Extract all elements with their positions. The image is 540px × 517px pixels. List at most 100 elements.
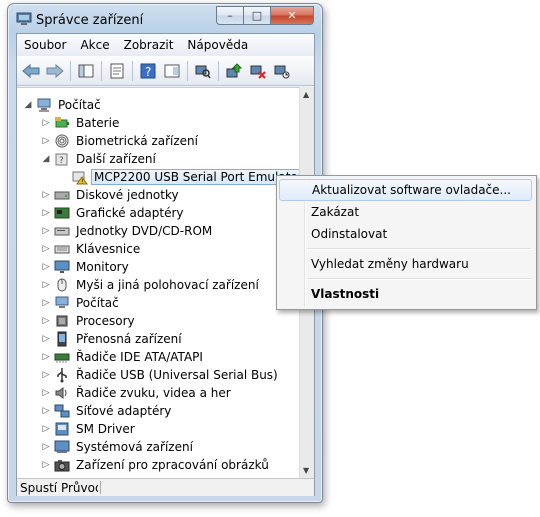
tree-item-label: Řadiče IDE ATA/ATAPI	[76, 350, 203, 364]
update-driver-icon[interactable]	[223, 60, 245, 82]
tree-item-label: Grafické adaptéry	[76, 206, 184, 220]
system-device-icon	[54, 440, 70, 453]
properties-icon[interactable]	[106, 60, 128, 82]
tree-item-label: Procesory	[76, 314, 135, 328]
menu-zobrazit[interactable]: Zobrazit	[117, 38, 181, 52]
help-icon[interactable]: ?	[137, 60, 159, 82]
expand-icon[interactable]: ▷	[41, 388, 51, 398]
context-menu-item[interactable]: Vyhledat změny hardwaru	[279, 253, 532, 275]
tree-item-label: Biometrická zařízení	[76, 134, 198, 148]
battery-icon	[55, 117, 69, 128]
tree-item-label: Zařízení pro zpracování obrázků	[76, 458, 269, 472]
expand-icon[interactable]: ▷	[41, 352, 51, 362]
tree-category-item[interactable]: ▷ Síťové adaptéry	[41, 402, 174, 420]
collapse-icon[interactable]: ◢	[23, 100, 33, 110]
keyboard-icon	[54, 245, 70, 254]
expand-icon[interactable]: ▷	[41, 334, 51, 344]
expand-icon[interactable]: ▷	[41, 208, 51, 218]
expand-icon[interactable]: ▷	[41, 118, 51, 128]
tree-item-label: Diskové jednotky	[76, 188, 179, 202]
tree-category-item[interactable]: ▷ Monitory	[41, 258, 132, 276]
context-menu-item[interactable]: Vlastnosti	[279, 283, 532, 305]
minimize-button[interactable]: –	[216, 6, 243, 25]
expand-icon[interactable]: ▷	[41, 442, 51, 452]
tree-category-item[interactable]: ▷ Baterie	[41, 114, 122, 132]
tree-item-label: SM Driver	[76, 422, 135, 436]
expand-icon[interactable]: ▷	[41, 244, 51, 254]
tree-device-item[interactable]: ! MCP2200 USB Serial Port Emulator	[59, 168, 299, 186]
expand-icon[interactable]: ▷	[41, 280, 51, 290]
forward-icon[interactable]	[44, 60, 66, 82]
usb-icon	[57, 368, 67, 383]
title-bar[interactable]: Správce zařízení – □ ✕	[8, 4, 322, 34]
maximize-button[interactable]: □	[243, 6, 270, 25]
expand-icon[interactable]: ▷	[41, 370, 51, 380]
expand-icon[interactable]: ▷	[41, 136, 51, 146]
tree-category-item[interactable]: ▷ Diskové jednotky	[41, 186, 182, 204]
expand-icon[interactable]: ▷	[41, 316, 51, 326]
tree-item-label: Síťové adaptéry	[76, 404, 172, 418]
tree-category-item[interactable]: ▷ Systémová zařízení	[41, 438, 196, 456]
expand-icon[interactable]: ▷	[41, 298, 51, 308]
tree-item-label: Přenosná zařízení	[76, 332, 182, 346]
uninstall-icon[interactable]	[271, 60, 293, 82]
network-icon	[54, 404, 70, 418]
computer-icon	[55, 296, 69, 308]
expand-icon[interactable]: ▷	[41, 460, 51, 470]
disable-icon[interactable]	[247, 60, 269, 82]
tree-item-label: Systémová zařízení	[76, 440, 193, 454]
context-menu-item[interactable]: Aktualizovat software ovladače...	[279, 179, 532, 201]
expand-icon[interactable]: ▷	[41, 406, 51, 416]
tree-category-item[interactable]: ▷ Řadiče zvuku, videa a her	[41, 384, 234, 402]
tree-category-item[interactable]: ▷ Klávesnice	[41, 240, 143, 258]
expand-icon[interactable]: ▷	[41, 262, 51, 272]
tree-category-item[interactable]: ▷ Řadiče USB (Universal Serial Bus)	[41, 366, 281, 384]
tree-category-item[interactable]: ▷ SM Driver	[41, 420, 138, 438]
expand-icon[interactable]: ▷	[41, 226, 51, 236]
context-menu-item[interactable]: Zakázat	[279, 201, 532, 223]
toolbar: ?	[17, 56, 314, 86]
tree-category-item[interactable]: ▷ Grafické adaptéry	[41, 204, 187, 222]
sound-icon	[55, 387, 67, 399]
context-menu-item-label: Odinstalovat	[311, 227, 388, 241]
console-tree-icon[interactable]	[75, 60, 97, 82]
tree-category-item[interactable]: ▷ Jednotky DVD/CD-ROM	[41, 222, 215, 240]
tree-category-item[interactable]: ▷ Řadiče IDE ATA/ATAPI	[41, 348, 206, 366]
tree-category-item[interactable]: ▷ Přenosná zařízení	[41, 330, 185, 348]
expand-icon[interactable]: ▷	[41, 424, 51, 434]
scroll-up-icon[interactable]: ▲	[303, 90, 309, 99]
tree-item-label: Počítač	[76, 296, 119, 310]
menu-bar: Soubor Akce Zobrazit Nápověda	[17, 34, 314, 56]
svg-text:!: !	[81, 179, 83, 186]
show-hide-icon[interactable]	[161, 60, 183, 82]
menu-akce[interactable]: Akce	[73, 38, 116, 52]
tree-category-item[interactable]: ▷ Zařízení pro zpracování obrázků	[41, 456, 272, 474]
scroll-down-icon[interactable]: ▼	[303, 466, 309, 475]
menu-napoveda[interactable]: Nápověda	[180, 38, 255, 52]
toolbar-separator	[101, 60, 102, 81]
svg-text:?: ?	[59, 156, 64, 166]
toolbar-separator	[218, 60, 219, 81]
menu-soubor[interactable]: Soubor	[17, 38, 73, 52]
processor-icon	[56, 315, 68, 327]
context-menu-item[interactable]: Odinstalovat	[279, 223, 532, 245]
dvd-icon	[54, 227, 70, 236]
close-button[interactable]: ✕	[270, 6, 314, 25]
device-tree[interactable]: ◢ Počítač ▷ Baterie ▷ Biometrická zařízení ◢…	[17, 87, 299, 479]
tree-category-item[interactable]: ▷ Procesory	[41, 312, 138, 330]
collapse-icon[interactable]: ◢	[41, 154, 51, 164]
scan-icon[interactable]	[192, 60, 214, 82]
tree-category-item[interactable]: ▷ Počítač	[41, 294, 122, 312]
back-icon[interactable]	[20, 60, 42, 82]
mouse-icon	[57, 278, 67, 292]
tree-item-label: Další zařízení	[76, 152, 156, 166]
status-divider	[100, 481, 101, 494]
fingerprint-icon	[55, 134, 69, 148]
tree-category-item[interactable]: ▷ Myši a jiná polohovací zařízení	[41, 276, 262, 294]
tree-root[interactable]: ◢ Počítač	[23, 96, 104, 114]
context-menu-item-label: Vlastnosti	[311, 287, 380, 301]
tree-category-item[interactable]: ▷ Biometrická zařízení	[41, 132, 201, 150]
toolbar-separator	[70, 60, 71, 81]
expand-icon[interactable]: ▷	[41, 190, 51, 200]
tree-category-item[interactable]: ◢? Další zařízení	[41, 150, 159, 168]
